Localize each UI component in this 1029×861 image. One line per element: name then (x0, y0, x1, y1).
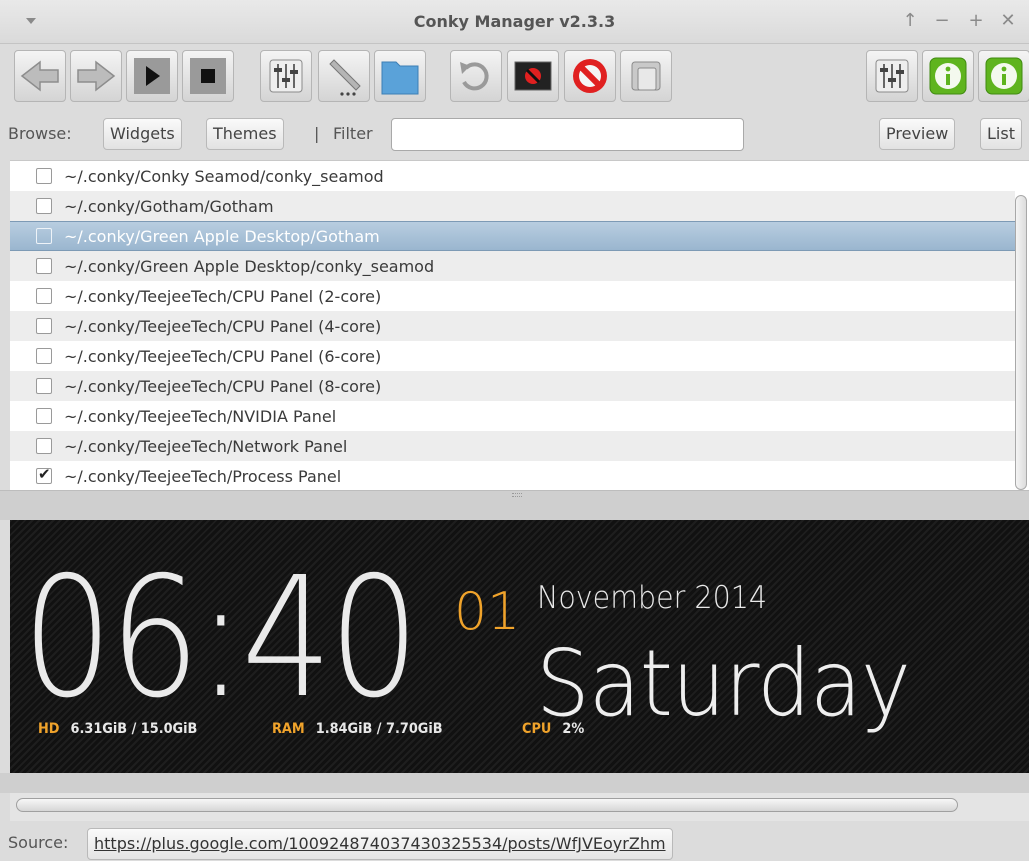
list-scrollbar[interactable] (1015, 195, 1027, 490)
kill-all-button[interactable] (507, 50, 559, 102)
enable-checkbox[interactable] (36, 288, 52, 304)
widget-preview: 06:40 01 November 2014 Saturday HD 6.31Gi… (10, 520, 1029, 773)
status-bar: Source: https://plus.google.com/10092487… (0, 821, 1029, 861)
source-label: Source: (8, 833, 69, 852)
widget-path: ~/.conky/Gotham/Gotham (64, 196, 274, 216)
list-item[interactable]: ~/.conky/TeejeeTech/Network Panel (10, 431, 1015, 461)
list-item-selected[interactable]: ~/.conky/Green Apple Desktop/Gotham (10, 221, 1015, 251)
widget-path: ~/.conky/TeejeeTech/NVIDIA Panel (64, 406, 337, 426)
info-icon (929, 57, 967, 95)
preview-button[interactable]: Preview (879, 118, 956, 150)
list-item[interactable]: ~/.conky/Conky Seamod/conky_seamod (10, 161, 1015, 191)
settings-button[interactable] (260, 50, 312, 102)
list-item[interactable]: ~/.conky/Green Apple Desktop/conky_seamo… (10, 251, 1015, 281)
info-icon (985, 57, 1023, 95)
list-item[interactable]: ~/.conky/TeejeeTech/CPU Panel (8-core) (10, 371, 1015, 401)
about-button[interactable] (978, 50, 1029, 102)
enable-checkbox[interactable] (36, 378, 52, 394)
stop-screen-icon (514, 61, 552, 91)
close-icon[interactable]: ✕ (998, 11, 1018, 31)
hide-button[interactable] (620, 50, 672, 102)
enable-checkbox[interactable] (36, 318, 52, 334)
widget-path: ~/.conky/TeejeeTech/Process Panel (64, 466, 342, 486)
filter-label: Filter (333, 124, 373, 143)
browse-label: Browse: (8, 124, 72, 143)
browse-filter-bar: Browse: Widgets Themes | Filter Preview … (0, 110, 1029, 160)
enable-checkbox[interactable] (36, 258, 52, 274)
sliders-icon (875, 59, 909, 93)
enable-checkbox[interactable] (36, 228, 52, 244)
list-button[interactable]: List (980, 118, 1022, 150)
preview-stat-ram: RAM 1.84GiB / 7.70GiB (272, 721, 443, 737)
enable-checkbox-checked[interactable] (36, 465, 52, 484)
app-settings-button[interactable] (866, 50, 918, 102)
enable-checkbox[interactable] (36, 198, 52, 214)
pane-grip-icon (512, 493, 522, 497)
forward-button[interactable] (70, 50, 122, 102)
preview-month-year: November 2014 (537, 580, 768, 616)
donate-button[interactable] (922, 50, 974, 102)
no-entry-icon (573, 59, 607, 93)
maximize-icon[interactable]: + (966, 11, 986, 31)
widget-path: ~/.conky/TeejeeTech/CPU Panel (4-core) (64, 316, 382, 336)
list-item[interactable]: ~/.conky/TeejeeTech/NVIDIA Panel (10, 401, 1015, 431)
list-item[interactable]: ~/.conky/TeejeeTech/Process Panel (10, 461, 1015, 490)
widget-path: ~/.conky/TeejeeTech/CPU Panel (8-core) (64, 376, 382, 396)
preview-day-number: 01 (454, 582, 521, 642)
enable-checkbox[interactable] (36, 438, 52, 454)
widget-path: ~/.conky/Conky Seamod/conky_seamod (64, 166, 384, 186)
start-button[interactable] (126, 50, 178, 102)
play-icon (134, 58, 170, 94)
arrow-right-icon (77, 60, 116, 92)
sliders-icon (269, 59, 303, 93)
preview-spacer (0, 773, 1029, 793)
preview-stat-hd: HD 6.31GiB / 15.0GiB (38, 721, 198, 737)
edit-button[interactable] (318, 50, 370, 102)
list-item[interactable]: ~/.conky/Gotham/Gotham (10, 191, 1015, 221)
conky-manager-window: Conky Manager v2.3.3 ↑ − + ✕ Browse: Wid… (0, 0, 1029, 861)
keep-above-icon[interactable]: ↑ (900, 11, 920, 31)
title-bar: Conky Manager v2.3.3 ↑ − + ✕ (0, 0, 1029, 44)
disable-button[interactable] (564, 50, 616, 102)
refresh-button[interactable] (450, 50, 502, 102)
pencil-icon (329, 59, 361, 96)
window-title: Conky Manager v2.3.3 (413, 12, 616, 31)
pane-divider[interactable] (0, 490, 1029, 520)
source-link[interactable]: https://plus.google.com/1009248740374303… (87, 828, 673, 860)
enable-checkbox[interactable] (36, 168, 52, 184)
themes-button[interactable]: Themes (206, 118, 284, 150)
reload-icon (460, 62, 489, 91)
folder-icon (381, 61, 419, 95)
stop-icon (190, 58, 226, 94)
window-stack-icon (631, 61, 661, 91)
widget-path: ~/.conky/TeejeeTech/Network Panel (64, 436, 348, 456)
separator: | (314, 124, 320, 143)
list-item[interactable]: ~/.conky/TeejeeTech/CPU Panel (6-core) (10, 341, 1015, 371)
open-folder-button[interactable] (374, 50, 426, 102)
widget-path: ~/.conky/TeejeeTech/CPU Panel (2-core) (64, 286, 382, 306)
list-item[interactable]: ~/.conky/TeejeeTech/CPU Panel (2-core) (10, 281, 1015, 311)
stop-button[interactable] (182, 50, 234, 102)
preview-time: 06:40 (22, 542, 420, 735)
widget-list: ~/.conky/Conky Seamod/conky_seamod ~/.co… (10, 160, 1029, 490)
enable-checkbox[interactable] (36, 348, 52, 364)
enable-checkbox[interactable] (36, 408, 52, 424)
filter-input[interactable] (391, 118, 744, 151)
preview-horizontal-scrollbar[interactable] (10, 793, 1029, 821)
widget-path: ~/.conky/TeejeeTech/CPU Panel (6-core) (64, 346, 382, 366)
scrollbar-thumb[interactable] (16, 798, 958, 812)
toolbar (0, 44, 1029, 108)
list-item[interactable]: ~/.conky/TeejeeTech/CPU Panel (4-core) (10, 311, 1015, 341)
preview-weekday: Saturday (536, 630, 911, 737)
widget-path: ~/.conky/Green Apple Desktop/conky_seamo… (64, 256, 435, 276)
arrow-left-icon (20, 60, 59, 92)
widgets-button[interactable]: Widgets (103, 118, 182, 150)
minimize-icon[interactable]: − (932, 11, 952, 31)
preview-stat-cpu: CPU 2% (522, 721, 585, 737)
widget-path: ~/.conky/Green Apple Desktop/Gotham (64, 226, 380, 246)
back-button[interactable] (14, 50, 66, 102)
